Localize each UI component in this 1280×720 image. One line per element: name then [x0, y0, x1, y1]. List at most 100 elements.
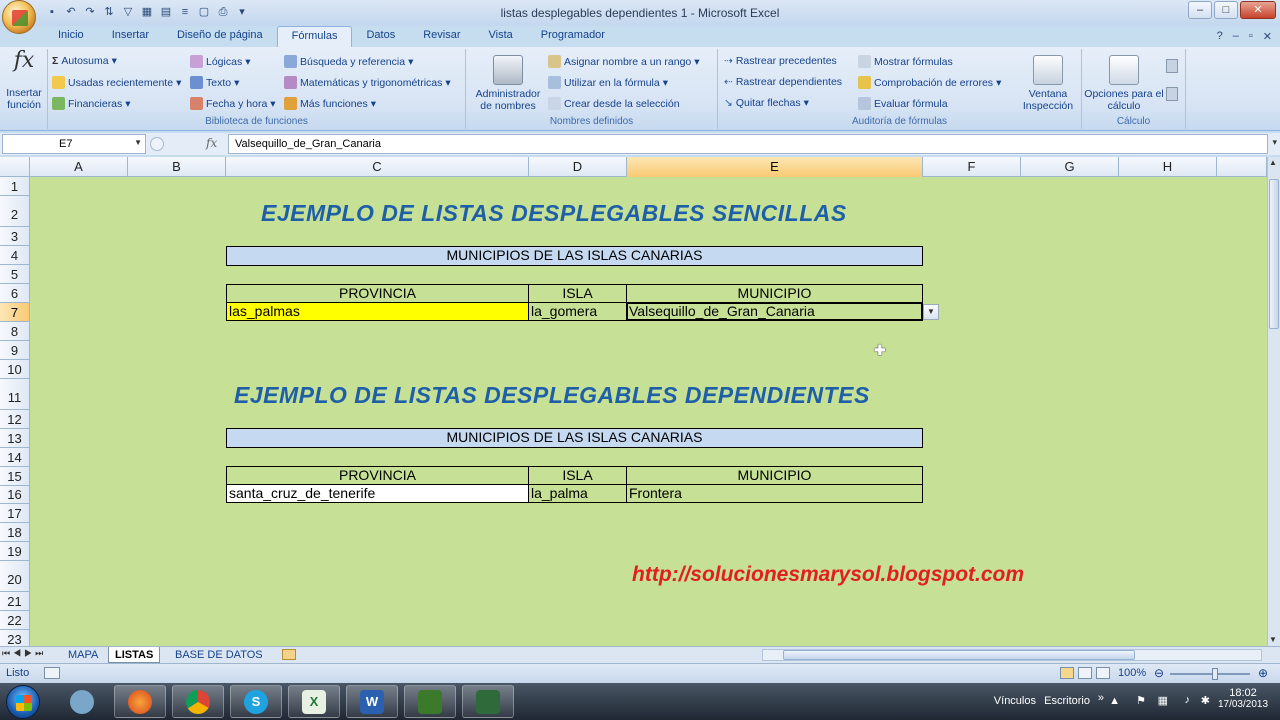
row-header[interactable]: 15	[0, 467, 30, 486]
blog-url[interactable]: http://solucionesmarysol.blogspot.com	[632, 563, 1024, 587]
crear-seleccion-button[interactable]: Crear desde la selección	[548, 97, 680, 110]
row-header[interactable]: 8	[0, 322, 30, 341]
chevron-down-icon[interactable]: ▼	[134, 138, 142, 147]
scroll-up-icon[interactable]: ▲	[1269, 158, 1277, 167]
row-header[interactable]: 17	[0, 504, 30, 523]
rastrear-precedentes-button[interactable]: ⇢ Rastrear precedentes	[724, 55, 837, 67]
zoom-slider[interactable]	[1170, 673, 1250, 675]
row-header[interactable]: 14	[0, 448, 30, 467]
sheet-nav-icons[interactable]: ⏮◀▶⏭	[2, 648, 46, 659]
tab-programador[interactable]: Programador	[527, 26, 619, 47]
formula-input[interactable]: Valsequillo_de_Gran_Canaria	[228, 134, 1268, 154]
texto-button[interactable]: Texto ▾	[190, 76, 239, 89]
zoom-level[interactable]: 100%	[1118, 667, 1146, 679]
row-header[interactable]: 9	[0, 341, 30, 360]
row-header[interactable]: 22	[0, 611, 30, 630]
row-header[interactable]: 4	[0, 246, 30, 265]
usadas-button[interactable]: Usadas recientemente ▾	[52, 76, 181, 89]
column-header-g[interactable]: G	[1021, 157, 1119, 177]
utilizar-formula-button[interactable]: Utilizar en la fórmula ▾	[548, 76, 668, 89]
taskbar-app-explorer[interactable]	[56, 685, 108, 718]
office-button[interactable]	[2, 0, 36, 34]
help-icon[interactable]: ?	[1217, 30, 1223, 43]
logicas-button[interactable]: Lógicas ▾	[190, 55, 250, 68]
toolbar-vinculos[interactable]: Vínculos	[994, 695, 1036, 707]
opciones-calculo-button[interactable]: Opciones para el cálculo	[1084, 55, 1164, 112]
cell-provincia-1[interactable]: las_palmas	[226, 302, 529, 321]
mas-funciones-button[interactable]: Más funciones ▾	[284, 97, 376, 110]
column-header-h[interactable]: H	[1119, 157, 1217, 177]
column-header-d[interactable]: D	[529, 157, 627, 177]
tab-vista[interactable]: Vista	[475, 26, 527, 47]
tab-revisar[interactable]: Revisar	[409, 26, 474, 47]
calculate-sheet-icon[interactable]	[1166, 87, 1178, 101]
zoom-in-icon[interactable]: ⊕	[1258, 666, 1268, 680]
select-all-corner[interactable]	[0, 157, 30, 177]
expand-formula-icon[interactable]: ▾	[1272, 137, 1277, 148]
row-header[interactable]: 16	[0, 486, 30, 504]
row-header[interactable]: 11	[0, 379, 30, 410]
normal-view-icon[interactable]	[1060, 667, 1074, 679]
maximize-button[interactable]: □	[1214, 1, 1238, 19]
row-header[interactable]: 13	[0, 429, 30, 448]
taskbar-app-excel[interactable]: X	[288, 685, 340, 718]
vertical-scroll-thumb[interactable]	[1269, 179, 1279, 329]
row-header[interactable]: 18	[0, 523, 30, 542]
row-header[interactable]: 1	[0, 177, 30, 196]
fecha-button[interactable]: Fecha y hora ▾	[190, 97, 276, 110]
column-header-b[interactable]: B	[128, 157, 226, 177]
evaluar-formula-button[interactable]: Evaluar fórmula	[858, 97, 948, 110]
network-icon[interactable]: ▦	[1158, 694, 1168, 707]
tab-diseno-pagina[interactable]: Diseño de página	[163, 26, 277, 47]
dropdown-arrow-icon[interactable]: ▼	[923, 304, 939, 320]
ribbon-minimize-icon[interactable]: –	[1233, 30, 1239, 43]
cell-municipio-1[interactable]: Valsequillo_de_Gran_Canaria	[626, 302, 923, 321]
busqueda-button[interactable]: Búsqueda y referencia ▾	[284, 55, 413, 68]
column-header-a[interactable]: A	[30, 157, 128, 177]
scroll-down-icon[interactable]: ▼	[1269, 635, 1277, 644]
taskbar-app-chrome[interactable]	[172, 685, 224, 718]
column-header-i[interactable]	[1217, 157, 1267, 177]
ribbon-close-icon[interactable]: ✕	[1263, 30, 1272, 43]
minimize-button[interactable]: –	[1188, 1, 1212, 19]
ventana-inspeccion-button[interactable]: Ventana Inspección	[1018, 55, 1078, 112]
row-header[interactable]: 10	[0, 360, 30, 379]
sheet-tab-listas[interactable]: LISTAS	[108, 647, 161, 663]
taskbar-app-skype[interactable]: S	[230, 685, 282, 718]
tab-datos[interactable]: Datos	[352, 26, 409, 47]
row-header[interactable]: 21	[0, 592, 30, 611]
quitar-flechas-button[interactable]: ↘ Quitar flechas ▾	[724, 97, 809, 109]
tab-formulas[interactable]: Fórmulas	[276, 26, 353, 47]
rastrear-dependientes-button[interactable]: ⇠ Rastrear dependientes	[724, 76, 842, 88]
financieras-button[interactable]: Financieras ▾	[52, 97, 131, 110]
volume-icon[interactable]: ♪	[1185, 694, 1191, 706]
taskbar-app-word[interactable]: W	[346, 685, 398, 718]
zoom-out-icon[interactable]: ⊖	[1154, 666, 1164, 680]
row-header[interactable]: 5	[0, 265, 30, 284]
taskbar-app-firefox[interactable]	[114, 685, 166, 718]
column-header-f[interactable]: F	[923, 157, 1021, 177]
row-header[interactable]: 7	[0, 303, 30, 322]
administrador-nombres-button[interactable]: Administrador de nombres	[470, 55, 546, 112]
ribbon-restore-icon[interactable]: ▫	[1249, 30, 1253, 43]
tab-inicio[interactable]: Inicio	[44, 26, 98, 47]
page-layout-icon[interactable]	[1078, 667, 1092, 679]
zoom-slider-knob[interactable]	[1212, 668, 1218, 680]
horizontal-scrollbar[interactable]	[762, 649, 1262, 661]
cell-isla-1[interactable]: la_gomera	[528, 302, 627, 321]
worksheet-grid[interactable]: A B C D E F G H 1 2 3 4 5 6 7 8 9 10 11 …	[0, 157, 1267, 646]
row-header[interactable]: 19	[0, 542, 30, 561]
mostrar-formulas-button[interactable]: Mostrar fórmulas	[858, 55, 953, 68]
row-header[interactable]: 3	[0, 227, 30, 246]
close-button[interactable]: ✕	[1240, 1, 1276, 19]
matematicas-button[interactable]: Matemáticas y trigonométricas ▾	[284, 76, 451, 89]
toolbar-expand-icon[interactable]: »	[1098, 692, 1104, 704]
sheet-tab-base-datos[interactable]: BASE DE DATOS	[169, 647, 269, 663]
start-button[interactable]	[6, 685, 40, 719]
cell-isla-2[interactable]: la_palma	[528, 484, 627, 503]
autosuma-button[interactable]: Σ Autosuma ▾	[52, 55, 117, 67]
horizontal-scroll-thumb[interactable]	[783, 650, 1135, 660]
name-box[interactable]: E7 ▼	[2, 134, 146, 154]
fx-icon[interactable]: fx	[206, 136, 217, 150]
column-header-e[interactable]: E	[627, 157, 923, 177]
